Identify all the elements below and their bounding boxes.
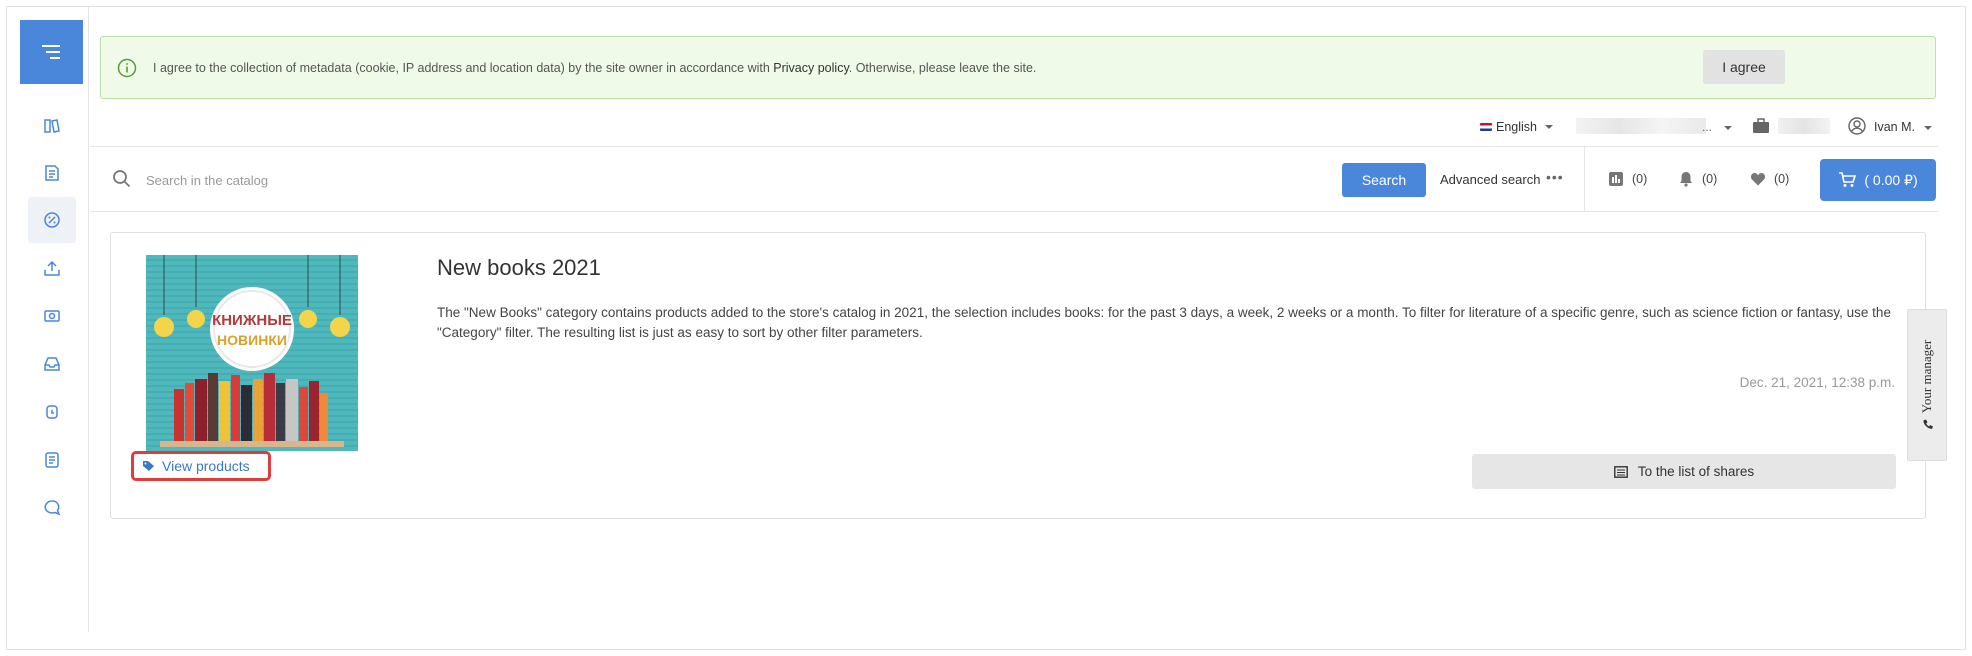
cookie-banner: I agree to the collection of metadata (c… [100,36,1936,99]
view-products-label: View products [162,458,250,474]
sidebar-item-orders[interactable] [28,150,76,196]
manager-tab-label: Your manager [1919,339,1934,414]
notifications-counter[interactable]: (0) [1678,171,1717,187]
documents-icon [45,452,59,468]
briefcase-icon[interactable] [1752,118,1770,134]
cookie-text: I agree to the collection of metadata (c… [153,61,1036,75]
cart-icon [1839,172,1857,187]
your-manager-tab[interactable]: Your manager [1907,309,1947,461]
user-icon[interactable] [1848,117,1866,135]
favorites-counter[interactable]: (0) [1750,171,1789,187]
search-icon [113,170,131,188]
divider [1584,147,1585,211]
share-card: КНИЖНЫЕ НОВИНКИ View products New books … [110,232,1926,519]
blurred-company-selector[interactable] [1576,118,1706,134]
notifications-count: (0) [1702,172,1718,186]
sidebar-item-upload[interactable] [28,245,76,291]
uk-flag-icon [1480,123,1492,131]
blurred-suffix: ... [1702,120,1713,134]
search-button[interactable]: Search [1342,163,1426,197]
chevron-down-icon [1924,126,1932,130]
sidebar-item-payments[interactable] [28,293,76,339]
shares-list-button[interactable]: To the list of shares [1472,454,1896,489]
cookie-text-after: . Otherwise, please leave the site. [848,61,1037,75]
language-selector[interactable]: English [1480,120,1553,134]
agree-button[interactable]: I agree [1703,50,1785,84]
blurred-balance [1778,118,1830,134]
favorites-count: (0) [1774,172,1790,186]
language-label: English [1496,120,1537,134]
sidebar-item-watch[interactable] [28,389,76,435]
share-title: New books 2021 [437,255,601,280]
cookie-text-before: I agree to the collection of metadata (c… [153,61,774,75]
cover-text-line1: КНИЖНЫЕ [212,312,292,329]
share-cover-image[interactable]: КНИЖНЫЕ НОВИНКИ [146,255,358,451]
compare-count: (0) [1632,172,1648,186]
sidebar-item-documents[interactable] [28,437,76,483]
menu-toggle-button[interactable] [20,20,83,84]
chat-icon [44,500,61,516]
compare-icon [1609,172,1623,186]
hamburger-icon [41,45,60,59]
chevron-down-icon [1545,125,1553,129]
manager-tab-content: Your manager [1919,340,1935,430]
catalog-icon [44,119,60,133]
privacy-policy-link[interactable]: Privacy policy [773,61,848,75]
view-products-link[interactable]: View products [131,451,271,481]
tags-icon [143,461,154,471]
discount-icon [44,212,60,228]
inbox-icon [44,357,60,371]
info-icon [117,58,137,78]
share-description: The "New Books" category contains produc… [437,305,1891,340]
bell-icon [1680,172,1692,187]
sidebar-item-discounts[interactable] [28,197,76,243]
search-bar: Search Advanced search ••• (0) (0) (0) (… [90,146,1938,212]
payment-icon [44,310,60,322]
books-illustration: КНИЖНЫЕ НОВИНКИ [154,255,350,447]
cart-total: ( 0.00 ₽) [1864,171,1918,188]
user-name[interactable]: Ivan M. [1874,120,1915,134]
upload-icon [44,260,60,276]
shares-list-label: To the list of shares [1637,464,1755,479]
chevron-down-icon [1724,126,1732,130]
cart-button[interactable]: ( 0.00 ₽) [1820,159,1936,201]
phone-icon [1922,419,1933,429]
cover-text-line2: НОВИНКИ [217,332,287,348]
more-options-icon[interactable]: ••• [1546,169,1564,185]
advanced-search-link[interactable]: Advanced search [1440,172,1540,187]
heart-icon [1750,173,1766,186]
share-date: Dec. 21, 2021, 12:38 p.m. [1739,375,1895,390]
compare-counter[interactable]: (0) [1608,171,1647,187]
sidebar-item-catalog[interactable] [28,103,76,149]
list-icon [1613,465,1628,478]
watch-icon [46,405,58,419]
sidebar-item-chat[interactable] [28,485,76,531]
orders-icon [45,165,59,181]
search-input[interactable] [146,165,946,195]
sidebar-item-inbox[interactable] [28,341,76,387]
